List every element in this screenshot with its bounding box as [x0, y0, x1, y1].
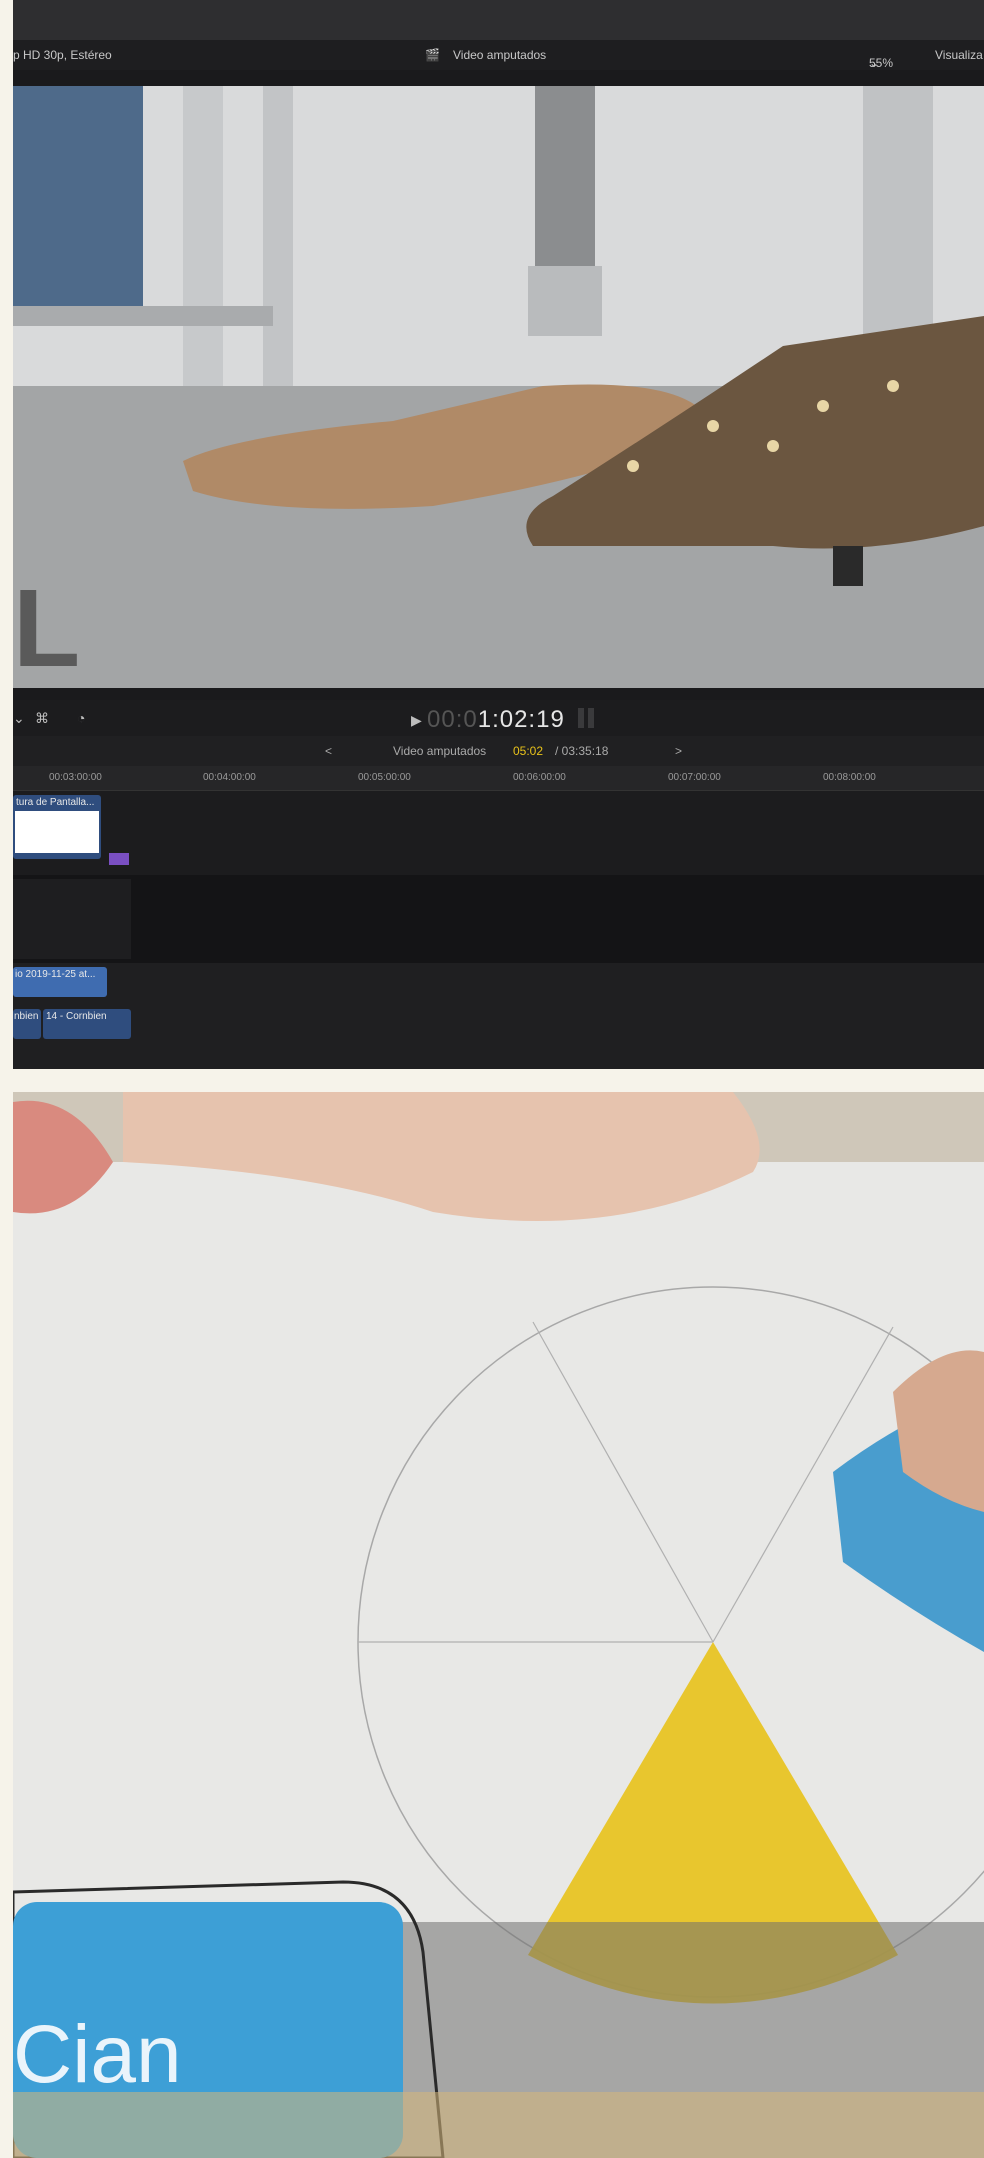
- fcp-window: p HD 30p, Estéreo 🎬 Video amputados 55% …: [13, 0, 984, 1069]
- ruler-tick: 00:04:00:00: [203, 772, 256, 783]
- viewer-info-bar: p HD 30p, Estéreo 🎬 Video amputados 55% …: [13, 40, 984, 70]
- speed-gauge-icon[interactable]: ◔: [77, 710, 85, 726]
- ruler-tick: 00:08:00:00: [823, 772, 876, 783]
- clip-screen-capture[interactable]: tura de Pantalla...: [13, 795, 101, 859]
- timeline-position: 05:02: [513, 744, 544, 758]
- playhead-timecode: 00:01:02:19: [427, 706, 565, 733]
- timeline-duration: / 03:35:18: [555, 744, 609, 758]
- prosthetic-feet-frame: L: [13, 86, 984, 688]
- ruler-tick: 00:07:00:00: [668, 772, 721, 783]
- chevron-down-icon: ⌄: [869, 56, 880, 70]
- clip-audio-a[interactable]: nbien: [13, 1009, 41, 1039]
- viewer-project-title: Video amputados: [453, 48, 547, 62]
- clip-thumbnail: [15, 811, 99, 853]
- audio-meter-icon: [578, 708, 598, 728]
- chevron-down-icon[interactable]: ⌄: [13, 710, 25, 727]
- video-viewer[interactable]: L: [13, 86, 984, 688]
- overlay-letter: L: [13, 567, 80, 688]
- ruler-tick: 00:03:00:00: [49, 772, 102, 783]
- timeline-lane-empty: [13, 875, 984, 963]
- color-wheel-frame: Cian: [13, 1092, 984, 2158]
- transport-bar: ⌄ ⌘ ◔ ▶ 00:01:02:19: [13, 700, 984, 736]
- clip-audio-b[interactable]: 14 - Cornbien: [43, 1009, 131, 1039]
- ruler-tick: 00:06:00:00: [513, 772, 566, 783]
- window-toolbar: [13, 0, 984, 40]
- clip-marker[interactable]: [109, 853, 129, 865]
- timeline-ruler[interactable]: 00:03:00:00 00:04:00:00 00:05:00:00 00:0…: [13, 766, 984, 791]
- drawing-video-frame: Cian: [13, 1092, 984, 2158]
- timeline-lane-video: tura de Pantalla...: [13, 791, 984, 875]
- back-arrow-icon[interactable]: <: [325, 744, 332, 758]
- format-label: p HD 30p, Estéreo: [13, 48, 112, 62]
- timeline-project-name: Video amputados: [393, 744, 487, 758]
- clip-recording[interactable]: io 2019-11-25 at...: [13, 967, 107, 997]
- view-menu[interactable]: Visualiza: [935, 48, 983, 62]
- timeline-project-bar: < Video amputados 05:02 / 03:35:18 >: [13, 736, 984, 766]
- clapper-icon: 🎬: [425, 48, 440, 62]
- transform-tool-icon[interactable]: ⌘: [35, 710, 49, 727]
- color-caption: Cian: [13, 2009, 182, 2100]
- clip-dark[interactable]: [13, 879, 131, 959]
- ruler-tick: 00:05:00:00: [358, 772, 411, 783]
- timeline-lane-audio: io 2019-11-25 at... nbien 14 - Cornbien: [13, 963, 984, 1069]
- forward-arrow-icon[interactable]: >: [675, 744, 682, 758]
